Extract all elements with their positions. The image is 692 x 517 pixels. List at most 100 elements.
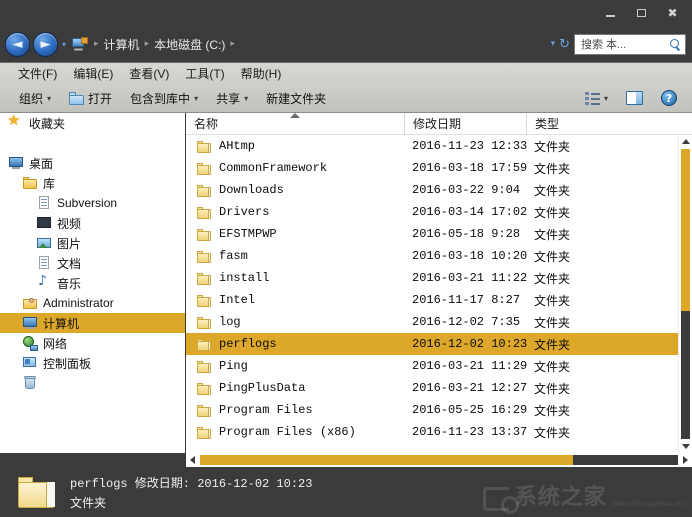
show-preview-pane-button[interactable] [617, 88, 652, 108]
column-header-date[interactable]: 修改日期 [404, 113, 526, 135]
user-folder-icon [22, 295, 38, 311]
sidebar-item-10[interactable]: 计算机 [0, 313, 185, 333]
minimize-button[interactable] [595, 3, 626, 23]
file-type-cell: 文件夹 [526, 292, 626, 309]
explorer-window: ✖ ◄ ► ▾ ▸ 计算机 ▸ 本地磁盘 (C:) ▸ ▾ ↻ 搜索 本... [0, 0, 692, 517]
help-button[interactable]: ? [652, 87, 686, 109]
scroll-left-button[interactable] [186, 453, 199, 467]
breadcrumb-separator-end[interactable]: ▸ [226, 39, 239, 49]
file-name-cell: CommonFramework [186, 161, 404, 176]
forward-button[interactable]: ► [33, 32, 58, 57]
sidebar-item-1[interactable] [0, 133, 185, 153]
back-button[interactable]: ◄ [5, 32, 30, 57]
table-row[interactable]: fasm2016-03-18 10:20文件夹 [186, 245, 678, 267]
sidebar-item-8[interactable]: 音乐 [0, 273, 185, 293]
table-row[interactable]: Ping2016-03-21 11:29文件夹 [186, 355, 678, 377]
table-row[interactable]: Intel2016-11-17 8:27文件夹 [186, 289, 678, 311]
file-name-cell: EFSTMPWP [186, 227, 404, 242]
details-pane: perflogs 修改日期: 2016-12-02 10:23 文件夹 [0, 467, 692, 517]
column-header-name[interactable]: 名称 [186, 113, 404, 135]
search-input[interactable]: 搜索 本... [574, 34, 686, 55]
column-header-type[interactable]: 类型 [526, 113, 626, 135]
folder-icon [196, 315, 212, 330]
breadcrumb-item-local-disk[interactable]: 本地磁盘 (C:) [153, 36, 226, 53]
table-row[interactable]: CommonFramework2016-03-18 17:59文件夹 [186, 157, 678, 179]
sidebar-item-4[interactable]: Subversion [0, 193, 185, 213]
sidebar-item-label: 库 [43, 175, 55, 192]
sidebar-item-label: 计算机 [43, 315, 79, 332]
vertical-scroll-thumb[interactable] [681, 149, 690, 311]
sidebar-item-6[interactable]: 图片 [0, 233, 185, 253]
share-button[interactable]: 共享 ▾ [207, 87, 257, 110]
address-history-chevron-down-icon[interactable]: ▾ [551, 39, 556, 49]
folder-icon [196, 271, 212, 286]
vertical-scrollbar[interactable] [678, 135, 692, 453]
recent-pages-dropdown[interactable]: ▾ [62, 40, 66, 49]
file-date-cell: 2016-03-18 17:59 [404, 161, 526, 175]
table-row[interactable]: install2016-03-21 11:22文件夹 [186, 267, 678, 289]
video-icon [36, 215, 52, 231]
refresh-icon[interactable]: ↻ [559, 37, 570, 52]
sidebar-item-label: 网络 [43, 335, 67, 352]
folder-icon [196, 425, 212, 440]
menu-item-tools[interactable]: 工具(T) [177, 63, 232, 84]
breadcrumb-item-computer[interactable]: 计算机 [103, 36, 141, 53]
table-row[interactable]: Drivers2016-03-14 17:02文件夹 [186, 201, 678, 223]
horizontal-scroll-track[interactable] [200, 455, 678, 465]
sidebar-item-5[interactable]: 视频 [0, 213, 185, 233]
table-row[interactable]: PingPlusData2016-03-21 12:27文件夹 [186, 377, 678, 399]
list-view-icon [585, 92, 600, 105]
file-name-label: PingPlusData [219, 381, 305, 395]
table-row[interactable]: Program Files (x86)2016-11-23 13:37文件夹 [186, 421, 678, 443]
file-date-cell: 2016-12-02 7:35 [404, 315, 526, 329]
maximize-button[interactable] [626, 3, 657, 23]
triangle-down-icon [682, 444, 690, 449]
sidebar-item-label: 桌面 [29, 155, 53, 172]
sidebar-item-3[interactable]: 库 [0, 173, 185, 193]
file-name-cell: Intel [186, 293, 404, 308]
close-button[interactable]: ✖ [657, 3, 688, 23]
table-row[interactable]: log2016-12-02 7:35文件夹 [186, 311, 678, 333]
sidebar-item-12[interactable]: 控制面板 [0, 353, 185, 373]
file-name-label: install [219, 271, 269, 285]
change-view-button[interactable]: ▾ [576, 89, 617, 108]
sidebar-item-11[interactable]: 网络 [0, 333, 185, 353]
organize-button[interactable]: 组织 ▾ [10, 87, 60, 110]
sidebar-item-9[interactable]: Administrator [0, 293, 185, 313]
sidebar-item-0[interactable]: 收藏夹 [0, 113, 185, 133]
table-row[interactable]: AHtmp2016-11-23 12:33文件夹 [186, 135, 678, 157]
menu-item-file[interactable]: 文件(F) [10, 63, 65, 84]
file-name-label: AHtmp [219, 139, 255, 153]
title-bar: ✖ [0, 0, 692, 26]
music-icon [36, 275, 52, 291]
table-row[interactable]: Program Files2016-05-25 16:29文件夹 [186, 399, 678, 421]
menu-item-help[interactable]: 帮助(H) [233, 63, 290, 84]
folder-icon [196, 139, 212, 154]
sidebar-item-label: 收藏夹 [29, 115, 65, 132]
include-in-library-button[interactable]: 包含到库中 ▾ [121, 87, 207, 110]
menu-item-edit[interactable]: 编辑(E) [65, 63, 121, 84]
file-name-cell: install [186, 271, 404, 286]
sidebar-item-label: 文档 [57, 255, 81, 272]
address-bar-right: ▾ ↻ 搜索 本... [551, 34, 686, 55]
search-placeholder: 搜索 本... [581, 36, 626, 52]
file-type-cell: 文件夹 [526, 248, 626, 265]
column-header-date-label: 修改日期 [413, 115, 461, 132]
scroll-right-button[interactable] [679, 453, 692, 467]
scroll-down-button[interactable] [679, 440, 692, 453]
navigation-pane: 收藏夹桌面库Subversion视频图片文档音乐Administrator 计算机… [0, 113, 186, 453]
sidebar-item-13[interactable] [0, 373, 185, 393]
table-row[interactable]: perflogs2016-12-02 10:23文件夹 [186, 333, 678, 355]
sidebar-item-2[interactable]: 桌面 [0, 153, 185, 173]
folder-icon [196, 359, 212, 374]
table-row[interactable]: EFSTMPWP2016-05-18 9:28文件夹 [186, 223, 678, 245]
table-row[interactable]: Downloads2016-03-22 9:04文件夹 [186, 179, 678, 201]
horizontal-scroll-thumb[interactable] [200, 455, 573, 465]
new-folder-button[interactable]: 新建文件夹 [257, 87, 335, 110]
open-button[interactable]: 打开 [60, 87, 121, 110]
menu-item-view[interactable]: 查看(V) [121, 63, 177, 84]
horizontal-scrollbar[interactable] [186, 453, 692, 467]
vertical-scroll-track[interactable] [681, 149, 690, 439]
scroll-up-button[interactable] [679, 135, 692, 148]
sidebar-item-7[interactable]: 文档 [0, 253, 185, 273]
